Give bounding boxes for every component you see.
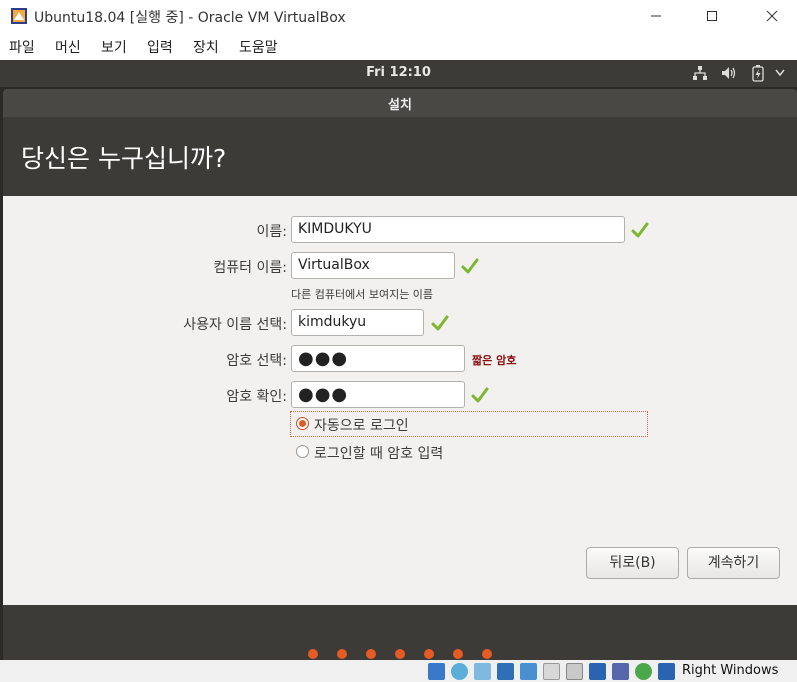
password-label: 암호 선택: — [226, 353, 287, 369]
network-adapter-icon[interactable] — [497, 663, 514, 680]
auto-login-radio[interactable] — [296, 417, 309, 430]
window-title: Ubuntu18.04 [실행 중] - Oracle VM VirtualBo… — [34, 10, 346, 26]
progress-dot — [482, 649, 492, 659]
battery-icon[interactable] — [751, 65, 765, 82]
installer-window: 설치 당신은 누구십니까? 이름: KIMDUKYU 컴퓨터 이름: Virtu… — [3, 89, 797, 660]
require-password-label[interactable]: 로그인할 때 암호 입력 — [314, 443, 443, 463]
progress-dot — [337, 649, 347, 659]
volume-icon[interactable] — [721, 65, 737, 81]
install-progress-dots — [0, 649, 797, 659]
keyboard-capture-icon[interactable] — [658, 663, 675, 680]
installer-header: 당신은 누구십니까? — [3, 117, 797, 196]
continue-button[interactable]: 계속하기 — [687, 547, 780, 579]
hard-disk-icon[interactable] — [428, 663, 445, 680]
menu-machine[interactable]: 머신 — [55, 37, 81, 57]
installer-form: 이름: KIMDUKYU 컴퓨터 이름: VirtualBox 다른 컴퓨터에서… — [3, 196, 797, 605]
progress-dot — [308, 649, 318, 659]
menu-input[interactable]: 입력 — [147, 37, 173, 57]
username-label: 사용자 이름 선택: — [183, 317, 287, 333]
window-titlebar: Ubuntu18.04 [실행 중] - Oracle VM VirtualBo… — [0, 0, 797, 32]
display-icon[interactable] — [566, 663, 583, 680]
menu-file[interactable]: 파일 — [9, 37, 35, 57]
auto-login-label[interactable]: 자동으로 로그인 — [314, 415, 409, 435]
vm-status-bar: Right Windows — [0, 660, 797, 682]
host-key-label: Right Windows — [682, 663, 779, 678]
progress-dot — [395, 649, 405, 659]
network-icon[interactable] — [692, 65, 708, 81]
menu-devices[interactable]: 장치 — [193, 37, 219, 57]
video-capture-icon[interactable] — [589, 663, 606, 680]
optical-drive-icon[interactable] — [451, 663, 468, 680]
name-input[interactable]: KIMDUKYU — [291, 216, 625, 243]
virtualization-icon[interactable] — [612, 663, 629, 680]
confirm-password-input[interactable]: ●●● — [291, 381, 465, 408]
menu-view[interactable]: 보기 — [101, 37, 127, 57]
confirm-password-label: 암호 확인: — [226, 389, 287, 405]
audio-icon[interactable] — [474, 663, 491, 680]
virtualbox-app-icon — [11, 8, 27, 24]
password-input[interactable]: ●●● — [291, 345, 465, 372]
back-button[interactable]: 뒤로(B) — [586, 547, 679, 579]
computer-name-label: 컴퓨터 이름: — [213, 260, 287, 276]
power-menu-icon[interactable] — [775, 69, 785, 77]
mouse-integration-icon[interactable] — [635, 663, 652, 680]
menu-help[interactable]: 도움말 — [239, 37, 278, 57]
computer-name-valid-check-icon — [461, 258, 479, 274]
minimize-button[interactable] — [633, 0, 679, 32]
menu-bar: 파일 머신 보기 입력 장치 도움말 — [0, 34, 797, 60]
password-strength-warning: 짧은 암호 — [472, 354, 517, 367]
computer-name-input[interactable]: VirtualBox — [291, 252, 455, 279]
computer-name-hint: 다른 컴퓨터에서 보여지는 이름 — [291, 288, 434, 301]
guest-display: Fri 12:10 설치 당신은 누구십니까? 이름: KIMDUKYU 컴퓨터… — [0, 60, 797, 660]
require-password-radio[interactable] — [296, 445, 309, 458]
guest-clock[interactable]: Fri 12:10 — [0, 65, 797, 80]
page-title: 당신은 누구십니까? — [21, 144, 227, 173]
minimize-icon — [651, 15, 661, 17]
name-label: 이름: — [256, 224, 287, 240]
maximize-icon — [707, 11, 717, 21]
guest-top-bar: Fri 12:10 — [0, 60, 797, 87]
username-valid-check-icon — [431, 315, 449, 331]
progress-dot — [366, 649, 376, 659]
close-button[interactable] — [749, 0, 795, 32]
progress-dot — [453, 649, 463, 659]
installer-titlebar: 설치 — [3, 89, 797, 117]
name-valid-check-icon — [631, 222, 649, 238]
usb-icon[interactable] — [520, 663, 537, 680]
username-input[interactable]: kimdukyu — [291, 309, 424, 336]
installer-title: 설치 — [388, 98, 412, 113]
maximize-button[interactable] — [689, 0, 735, 32]
close-icon — [766, 10, 778, 22]
confirm-password-valid-check-icon — [471, 387, 489, 403]
progress-dot — [424, 649, 434, 659]
shared-folders-icon[interactable] — [543, 663, 560, 680]
